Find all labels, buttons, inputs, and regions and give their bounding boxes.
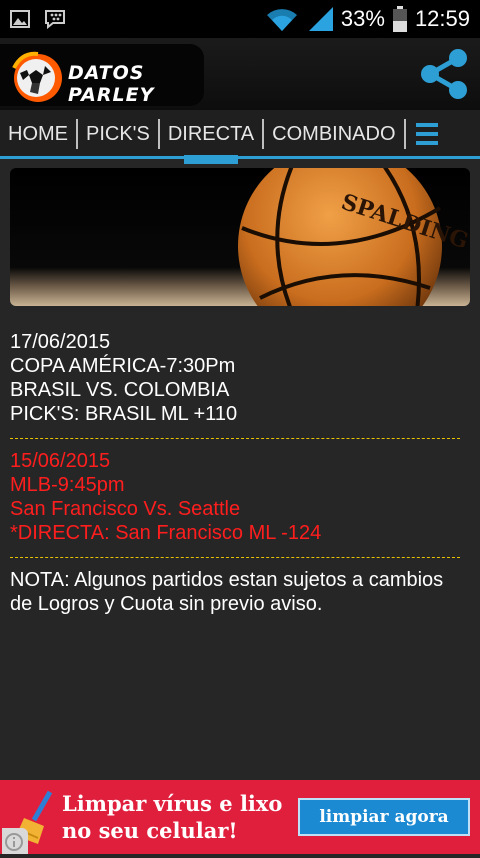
tab-picks[interactable]: PICK'S <box>78 118 158 150</box>
ad-info-button[interactable] <box>2 828 28 854</box>
entry-match: San Francisco Vs. Seattle <box>10 498 241 520</box>
entry-2: 15/06/2015 MLB-9:45pm San Francisco Vs. … <box>10 449 470 545</box>
status-bar: 33% 12:59 <box>0 0 480 38</box>
wifi-icon <box>265 7 299 31</box>
battery-icon <box>392 6 407 32</box>
entry-date: 17/06/2015 <box>10 331 111 353</box>
entry-pick: *DIRECTA: San Francisco ML -124 <box>10 522 322 544</box>
banner-image: SPALDING <box>10 168 470 306</box>
app-header: DATOS PARLEY <box>0 38 480 110</box>
nav-divider <box>403 119 406 149</box>
tab-directa[interactable]: DIRECTA <box>160 118 262 164</box>
share-icon <box>421 49 467 99</box>
entry-event: COPA AMÉRICA-7:30Pm <box>10 355 236 377</box>
signal-icon <box>307 7 333 31</box>
ad-banner[interactable]: Limpar vírus e lixo no seu celular! limp… <box>0 780 480 854</box>
nav-bar: HOME PICK'S DIRECTA COMBINADO <box>0 110 480 164</box>
info-icon <box>5 833 23 851</box>
clock: 12:59 <box>414 6 470 31</box>
bbm-icon <box>44 9 66 29</box>
picks-content: 17/06/2015 COPA AMÉRICA-7:30Pm BRASIL VS… <box>10 330 470 616</box>
nav-underline <box>0 156 480 159</box>
entry-match: BRASIL VS. COLOMBIA <box>10 379 230 401</box>
entry-pick: PICK'S: BRASIL ML +110 <box>10 403 238 425</box>
note-text: NOTA: Algunos partidos estan sujetos a c… <box>10 569 444 615</box>
dashed-divider <box>10 438 460 439</box>
soccer-ball-fire-icon <box>8 48 64 108</box>
app-title: DATOS PARLEY <box>68 62 155 106</box>
entry-date: 15/06/2015 <box>10 450 111 472</box>
entry-event: MLB-9:45pm <box>10 474 125 496</box>
ad-line1: Limpar vírus e lixo <box>62 791 283 816</box>
tab-home[interactable]: HOME <box>0 118 76 150</box>
ad-cta-button[interactable]: limpiar agora <box>298 798 470 836</box>
hamburger-menu-icon[interactable] <box>415 123 438 145</box>
battery-percent: 33% <box>340 6 385 31</box>
image-icon <box>10 10 30 28</box>
entry-1: 17/06/2015 COPA AMÉRICA-7:30Pm BRASIL VS… <box>10 330 470 426</box>
dashed-divider <box>10 557 460 558</box>
ad-line2: no seu celular! <box>62 818 238 843</box>
share-button[interactable] <box>418 48 470 100</box>
tab-combinado[interactable]: COMBINADO <box>264 118 403 150</box>
app-logo[interactable]: DATOS PARLEY <box>0 44 204 106</box>
basketball-image: SPALDING <box>238 168 470 306</box>
ad-text: Limpar vírus e lixo no seu celular! <box>62 790 282 844</box>
